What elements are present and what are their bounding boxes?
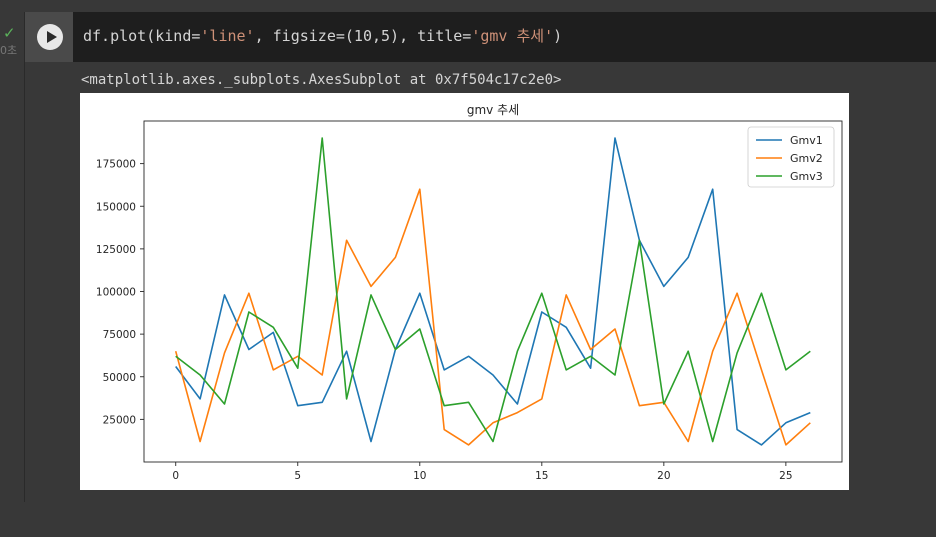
output-repr: <matplotlib.axes._subplots.AxesSubplot a… <box>81 72 562 88</box>
top-strip <box>0 0 936 12</box>
series-line-gmv2 <box>174 188 811 446</box>
run-button[interactable] <box>37 24 63 50</box>
series-line-gmv3 <box>175 137 811 443</box>
y-tick-label: 50000 <box>103 372 136 384</box>
x-tick-label: 25 <box>779 470 792 482</box>
y-tick-label: 75000 <box>103 329 136 341</box>
code-kind-string: 'line' <box>200 27 255 45</box>
y-tick-label: 175000 <box>96 159 136 171</box>
code-line[interactable]: df.plot(kind='line', figsize=(10,5), tit… <box>83 25 562 47</box>
x-tick-label: 0 <box>172 470 179 482</box>
play-icon <box>47 31 57 43</box>
y-tick-label: 125000 <box>96 244 136 256</box>
code-prefix: df.plot(kind= <box>83 27 201 45</box>
code-mid: , figsize=(10,5), title= <box>254 27 472 45</box>
execution-time: 0초 <box>0 44 18 57</box>
series-line-gmv1 <box>175 137 811 446</box>
bottom-strip <box>0 502 936 537</box>
code-title-string: 'gmv 추세' <box>471 27 554 45</box>
x-tick-label: 20 <box>657 470 670 482</box>
code-suffix: ) <box>553 27 563 45</box>
y-tick-label: 25000 <box>103 414 136 426</box>
y-tick-label: 100000 <box>96 287 136 299</box>
x-tick-label: 15 <box>535 470 548 482</box>
y-tick-label: 150000 <box>96 201 136 213</box>
legend-label: Gmv3 <box>790 170 823 183</box>
legend-label: Gmv1 <box>790 134 823 147</box>
x-tick-label: 5 <box>294 470 301 482</box>
line-chart: gmv 추세 25000 50000 75000 100000 125000 150000 1… <box>96 103 843 482</box>
axes-frame <box>143 120 843 463</box>
plot-image: gmv 추세 25000 50000 75000 100000 125000 150000 1… <box>80 93 849 490</box>
chart-title: gmv 추세 <box>467 103 519 117</box>
legend-label: Gmv2 <box>790 152 823 165</box>
x-tick-label: 10 <box>413 470 426 482</box>
check-icon: ✓ <box>3 24 16 42</box>
